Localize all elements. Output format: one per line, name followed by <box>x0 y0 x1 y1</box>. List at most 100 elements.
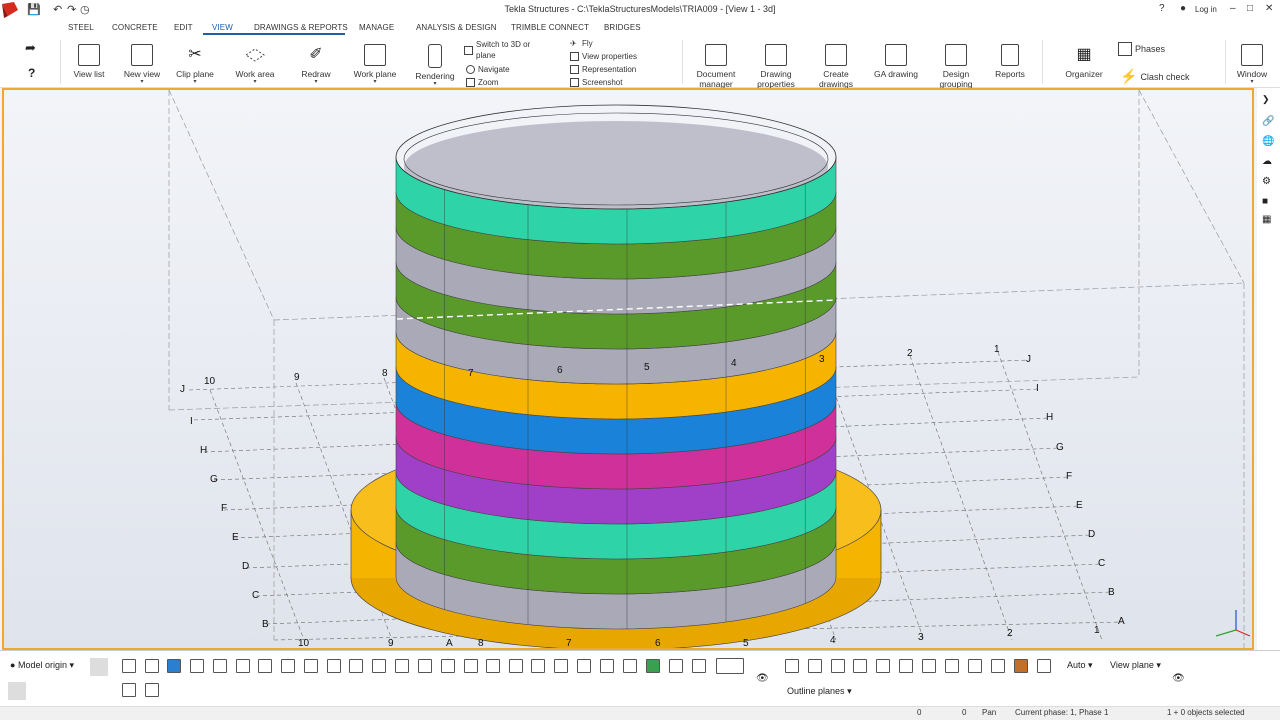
login-link[interactable]: Log in <box>1195 5 1217 14</box>
tab-view[interactable]: VIEW <box>212 23 233 32</box>
snap-mode-button[interactable] <box>785 659 799 673</box>
switch-3d-button[interactable]: Switch to 3D or plane <box>464 39 554 61</box>
tab-drawings-reports[interactable]: DRAWINGS & REPORTS <box>254 23 348 32</box>
snap-tool-button[interactable] <box>281 659 295 673</box>
snap-mode-button[interactable] <box>831 659 845 673</box>
snap-tool-button[interactable] <box>395 659 409 673</box>
help-icon[interactable]: ? <box>1159 3 1165 14</box>
cube-icon[interactable]: ■ <box>1262 196 1274 208</box>
snap-mode-button[interactable] <box>968 659 982 673</box>
zoom-button[interactable]: Zoom <box>466 78 498 87</box>
snap-mode-button[interactable] <box>991 659 1005 673</box>
fly-button[interactable]: ✈ Fly <box>570 39 593 48</box>
design-grouping-button[interactable]: Design grouping <box>932 44 980 89</box>
minimize-button[interactable]: – <box>1230 3 1236 14</box>
wall-label: 3 <box>819 354 825 365</box>
tab-concrete[interactable]: CONCRETE <box>112 23 158 32</box>
eye-icon[interactable]: 👁 <box>756 673 769 684</box>
components-icon[interactable]: ▦ <box>1262 214 1274 226</box>
snap-tool-button[interactable] <box>441 659 455 673</box>
add-origin-button[interactable] <box>90 658 108 676</box>
snap-tool-button[interactable] <box>349 659 363 673</box>
view-plane-dropdown[interactable]: View plane ▾ <box>1110 660 1161 671</box>
tab-analysis-design[interactable]: ANALYSIS & DESIGN <box>416 23 497 32</box>
globe-icon[interactable]: 🌐 <box>1262 136 1274 148</box>
snap-mode-button[interactable] <box>922 659 936 673</box>
outline-planes-dropdown[interactable]: Outline planes ▾ <box>787 686 852 697</box>
model-canvas[interactable]: 10 9 8 2 1 J I H G F E D C B J I H G F E… <box>4 90 1252 648</box>
clip-plane-button[interactable]: ✂ Clip plane ▾ <box>173 44 217 85</box>
create-drawings-button[interactable]: Create drawings <box>812 44 860 89</box>
snap-depth-dropdown[interactable] <box>716 658 744 674</box>
model-view-3d[interactable]: 10 9 8 2 1 J I H G F E D C B J I H G F E… <box>2 88 1254 650</box>
snap-mode-button[interactable] <box>853 659 867 673</box>
tab-trimble-connect[interactable]: TRIMBLE CONNECT <box>511 23 589 32</box>
cloud-icon[interactable]: ☁ <box>1262 156 1274 168</box>
representation-button[interactable]: Representation <box>570 65 636 74</box>
snap-mode-button[interactable] <box>876 659 890 673</box>
select-arrow-icon[interactable]: ➦ <box>25 40 36 56</box>
snap-tool-button[interactable] <box>418 659 432 673</box>
snap-mode-button[interactable] <box>1037 659 1051 673</box>
maximize-button[interactable]: □ <box>1247 3 1253 14</box>
snap-tool-button[interactable] <box>167 659 181 673</box>
snap-tool-button[interactable] <box>464 659 478 673</box>
organizer-button[interactable]: ▦ Organizer <box>1060 44 1108 79</box>
view-list-button[interactable]: View list <box>70 44 108 79</box>
snap-tool-button[interactable] <box>623 659 637 673</box>
snap-tool-button[interactable] <box>304 659 318 673</box>
redraw-button[interactable]: ✐ Redraw ▾ <box>296 44 336 85</box>
snap-option-button[interactable] <box>145 683 159 697</box>
snap-mode-button[interactable] <box>808 659 822 673</box>
snap-option-button[interactable] <box>122 683 136 697</box>
snap-tool-button[interactable] <box>692 659 706 673</box>
link-icon[interactable]: 🔗 <box>1262 116 1274 128</box>
clash-check-button[interactable]: ⚡ Clash check <box>1120 68 1189 85</box>
snap-tool-button[interactable] <box>509 659 523 673</box>
snap-tool-button[interactable] <box>258 659 272 673</box>
snap-tool-button[interactable] <box>372 659 386 673</box>
lock-button[interactable] <box>8 682 26 700</box>
gear-icon[interactable]: ⚙ <box>1262 176 1274 188</box>
window-button[interactable]: Window ▾ <box>1232 44 1272 85</box>
tab-bridges[interactable]: BRIDGES <box>604 23 641 32</box>
snap-tool-button[interactable] <box>327 659 341 673</box>
model-origin-dropdown[interactable]: ● Model origin ▾ <box>10 660 74 671</box>
phases-button[interactable]: Phases <box>1118 42 1165 56</box>
auto-dropdown[interactable]: Auto ▾ <box>1067 660 1093 671</box>
snap-tool-button[interactable] <box>213 659 227 673</box>
view-properties-button[interactable]: View properties <box>570 52 637 61</box>
tab-edit[interactable]: EDIT <box>174 23 193 32</box>
snap-tool-button[interactable] <box>486 659 500 673</box>
panel-toggle-icon[interactable]: ❯ <box>1262 94 1274 106</box>
snap-tool-button[interactable] <box>122 659 136 673</box>
query-icon[interactable]: ? <box>28 66 35 80</box>
rendering-button[interactable]: Rendering ▾ <box>413 44 457 87</box>
work-area-button[interactable]: Work area ▾ <box>232 44 278 85</box>
snap-tool-button[interactable] <box>190 659 204 673</box>
drawing-properties-button[interactable]: Drawing properties <box>750 44 802 89</box>
screenshot-button[interactable]: Screenshot <box>570 78 622 87</box>
snap-tool-button[interactable] <box>646 659 660 673</box>
snap-tool-button[interactable] <box>236 659 250 673</box>
snap-tool-button[interactable] <box>600 659 614 673</box>
snap-tool-button[interactable] <box>577 659 591 673</box>
snap-mode-button[interactable] <box>1014 659 1028 673</box>
reports-button[interactable]: Reports <box>990 44 1030 79</box>
tab-steel[interactable]: STEEL <box>68 23 94 32</box>
eye-icon[interactable]: 👁 <box>1172 673 1185 684</box>
document-manager-button[interactable]: Document manager <box>690 44 742 89</box>
ga-drawing-button[interactable]: GA drawing <box>870 44 922 79</box>
close-button[interactable]: ✕ <box>1265 3 1273 14</box>
snap-mode-button[interactable] <box>899 659 913 673</box>
snap-mode-button[interactable] <box>945 659 959 673</box>
snap-tool-button[interactable] <box>554 659 568 673</box>
work-plane-button[interactable]: Work plane ▾ <box>352 44 398 85</box>
new-view-button[interactable]: New view ▾ <box>120 44 164 85</box>
snap-tool-button[interactable] <box>531 659 545 673</box>
snap-tool-button[interactable] <box>145 659 159 673</box>
tab-manage[interactable]: MANAGE <box>359 23 394 32</box>
user-icon[interactable]: ● <box>1180 3 1186 14</box>
snap-tool-button[interactable] <box>669 659 683 673</box>
navigate-button[interactable]: Navigate <box>466 65 510 74</box>
